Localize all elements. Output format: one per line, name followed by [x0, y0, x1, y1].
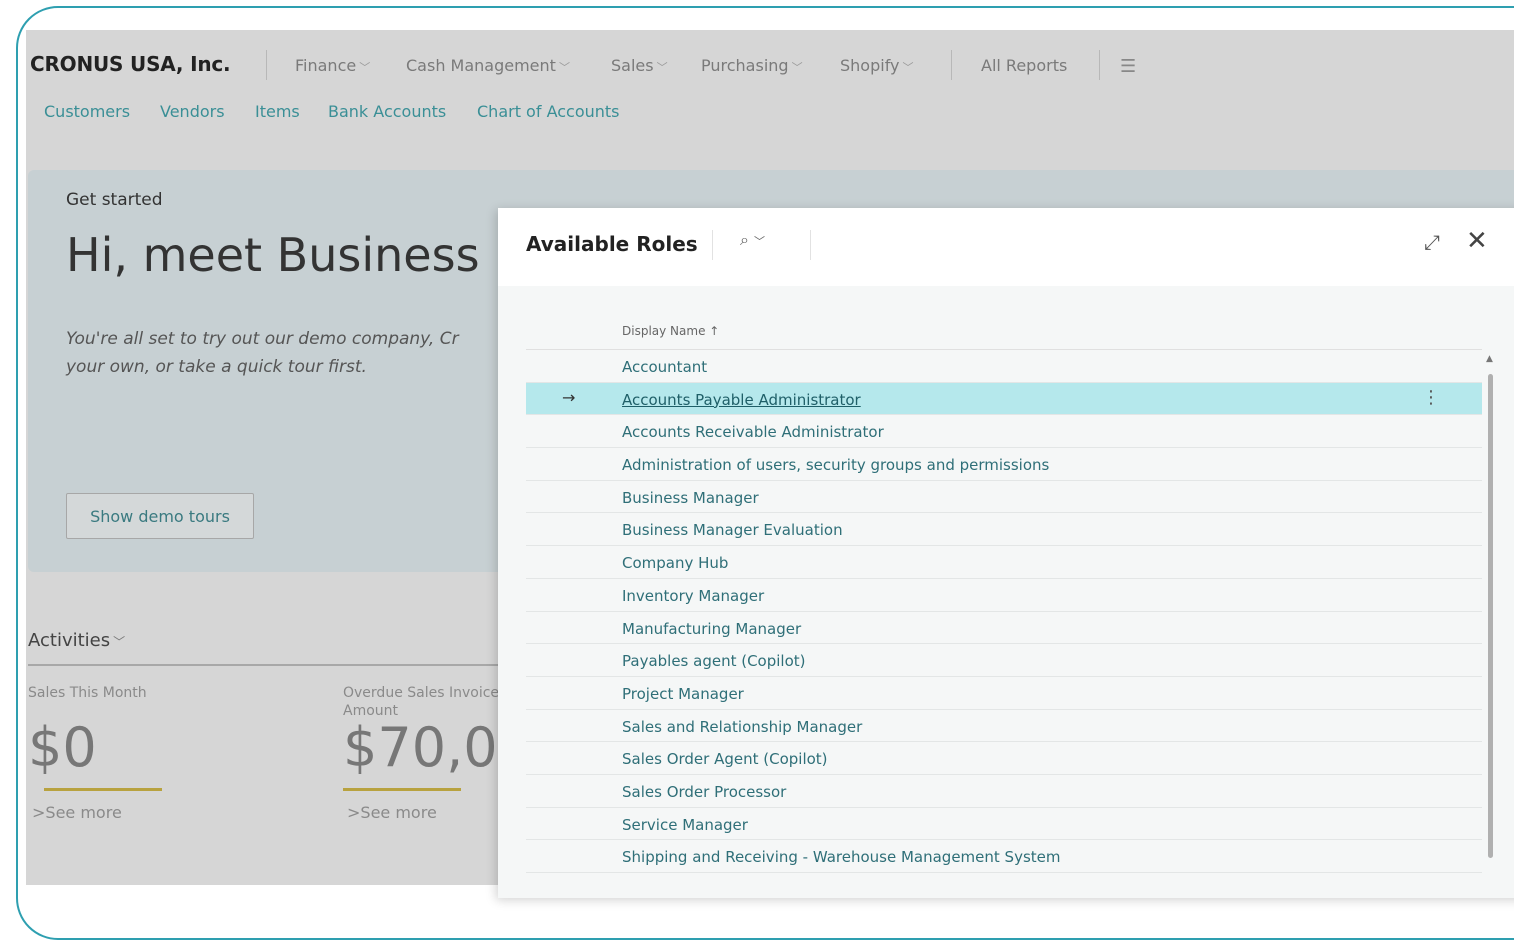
menu-cash-management[interactable]: Cash Management ﹀ — [406, 56, 570, 75]
role-name[interactable]: Project Manager — [622, 685, 744, 703]
see-more-link[interactable]: >See more — [347, 803, 437, 822]
role-name[interactable]: Business Manager Evaluation — [622, 521, 843, 539]
kpi-label-line: Sales This Month — [28, 685, 147, 701]
expand-icon[interactable]: ⤢ — [1424, 230, 1440, 254]
chevron-down-icon: ﹀ — [656, 61, 668, 74]
role-name[interactable]: Payables agent (Copilot) — [622, 652, 806, 670]
role-name[interactable]: Administration of users, security groups… — [622, 456, 1049, 474]
link-items[interactable]: Items — [255, 102, 300, 121]
kpi-label: Sales This Month — [28, 684, 147, 702]
link-bank-accounts[interactable]: Bank Accounts — [328, 102, 446, 121]
show-demo-tours-button[interactable]: Show demo tours — [66, 493, 254, 539]
kpi-indicator-bar — [44, 788, 162, 791]
menu-sales[interactable]: Sales ﹀ — [611, 56, 668, 75]
table-row[interactable]: Sales Order Agent (Copilot) — [526, 742, 1482, 775]
role-name[interactable]: Company Hub — [622, 554, 728, 572]
chevron-down-icon: ﹀ — [359, 61, 371, 74]
roles-list: Accountant → Accounts Payable Administrato… — [526, 350, 1482, 873]
arrow-right-icon: → — [562, 387, 576, 407]
header-divider — [712, 230, 713, 260]
column-header-label: Display Name — [622, 324, 706, 338]
table-row[interactable]: Business Manager — [526, 481, 1482, 514]
role-name[interactable]: Sales Order Agent (Copilot) — [622, 750, 828, 768]
menu-cash-management-label: Cash Management — [406, 56, 556, 75]
sort-ascending-icon: ↑ — [709, 324, 720, 338]
link-chart-of-accounts[interactable]: Chart of Accounts — [477, 102, 620, 121]
chevron-down-icon: ﹀ — [113, 635, 126, 649]
role-name[interactable]: Manufacturing Manager — [622, 620, 801, 638]
menu-all-reports[interactable]: All Reports — [981, 56, 1067, 75]
column-header-display-name[interactable]: Display Name ↑ — [622, 324, 719, 338]
search-icon[interactable]: ⌕ ﹀ — [740, 230, 765, 250]
table-row[interactable]: Manufacturing Manager — [526, 612, 1482, 645]
more-vertical-icon[interactable]: ⋮ — [1422, 387, 1440, 408]
menu-purchasing[interactable]: Purchasing ﹀ — [701, 56, 803, 75]
dialog-title: Available Roles — [526, 232, 698, 256]
role-name[interactable]: Accounts Payable Administrator — [622, 391, 861, 409]
table-row[interactable]: Project Manager — [526, 677, 1482, 710]
table-row[interactable]: Business Manager Evaluation — [526, 513, 1482, 547]
menu-shopify[interactable]: Shopify ﹀ — [840, 56, 914, 75]
chevron-down-icon: ﹀ — [558, 61, 570, 74]
nav-divider — [951, 50, 952, 80]
table-row[interactable]: Service Manager — [526, 808, 1482, 841]
table-row[interactable]: Administration of users, security groups… — [526, 448, 1482, 481]
table-row[interactable]: Shipping and Receiving - Warehouse Manag… — [526, 840, 1482, 873]
top-navigation: CRONUS USA, Inc. Finance ﹀ Cash Managemen… — [26, 30, 1514, 150]
chevron-down-icon: ﹀ — [791, 61, 803, 74]
link-customers[interactable]: Customers — [44, 102, 130, 121]
scroll-up-icon[interactable]: ▲ — [1486, 354, 1493, 364]
table-row[interactable]: Company Hub — [526, 546, 1482, 579]
role-name[interactable]: Shipping and Receiving - Warehouse Manag… — [622, 848, 1060, 866]
table-row[interactable]: Sales Order Processor — [526, 775, 1482, 808]
chevron-down-icon: ﹀ — [902, 61, 914, 74]
header-divider — [810, 230, 811, 260]
kpi-indicator-bar — [343, 788, 461, 791]
activities-divider — [28, 664, 528, 666]
link-vendors[interactable]: Vendors — [160, 102, 225, 121]
menu-finance-label: Finance — [295, 56, 357, 75]
hero-description-line: You're all set to try out our demo compa… — [66, 329, 459, 349]
activities-heading[interactable]: Activities ﹀ — [28, 630, 125, 651]
menu-purchasing-label: Purchasing — [701, 56, 789, 75]
menu-shopify-label: Shopify — [840, 56, 900, 75]
table-row[interactable]: Accounts Receivable Administrator — [526, 415, 1482, 449]
role-name[interactable]: Inventory Manager — [622, 587, 764, 605]
vertical-scrollbar[interactable] — [1488, 374, 1493, 858]
hero-description: You're all set to try out our demo compa… — [66, 325, 526, 381]
role-name[interactable]: Service Manager — [622, 816, 748, 834]
hero-description-line: your own, or take a quick tour first. — [66, 357, 367, 377]
role-name[interactable]: Sales and Relationship Manager — [622, 718, 862, 736]
menu-sales-label: Sales — [611, 56, 654, 75]
kpi-value[interactable]: $0 — [28, 716, 97, 779]
menu-finance[interactable]: Finance ﹀ — [295, 56, 370, 75]
activities-title: Activities — [28, 630, 111, 651]
available-roles-dialog: Available Roles ⌕ ﹀ ⤢ ✕ Display Name ↑ A… — [498, 208, 1514, 898]
hamburger-icon[interactable]: ☰ — [1120, 56, 1136, 77]
dialog-header: Available Roles ⌕ ﹀ ⤢ ✕ — [498, 208, 1514, 286]
hero-kicker: Get started — [66, 190, 163, 210]
chevron-down-icon: ﹀ — [754, 235, 766, 248]
table-row[interactable]: Inventory Manager — [526, 579, 1482, 612]
roles-list-area: Display Name ↑ Accountant → Accounts Payab… — [498, 286, 1514, 898]
see-more-label: See more — [45, 803, 122, 822]
role-name[interactable]: Sales Order Processor — [622, 783, 786, 801]
close-icon[interactable]: ✕ — [1466, 226, 1488, 256]
table-row[interactable]: Accountant — [526, 350, 1482, 383]
nav-divider — [266, 50, 267, 80]
hero-title: Hi, meet Business — [66, 228, 480, 282]
table-row[interactable]: → Accounts Payable Administrator ⋮ — [526, 382, 1482, 416]
role-name[interactable]: Accountant — [622, 358, 707, 376]
kpi-label: Overdue Sales Invoice Amount — [343, 684, 499, 720]
table-row[interactable]: Payables agent (Copilot) — [526, 644, 1482, 677]
role-name[interactable]: Business Manager — [622, 489, 759, 507]
see-more-label: See more — [360, 803, 437, 822]
kpi-label-line: Overdue Sales Invoice — [343, 685, 500, 701]
table-row[interactable]: Sales and Relationship Manager — [526, 710, 1482, 743]
nav-divider — [1099, 50, 1100, 80]
see-more-link[interactable]: >See more — [32, 803, 122, 822]
role-name[interactable]: Accounts Receivable Administrator — [622, 423, 884, 441]
company-name[interactable]: CRONUS USA, Inc. — [30, 52, 231, 76]
